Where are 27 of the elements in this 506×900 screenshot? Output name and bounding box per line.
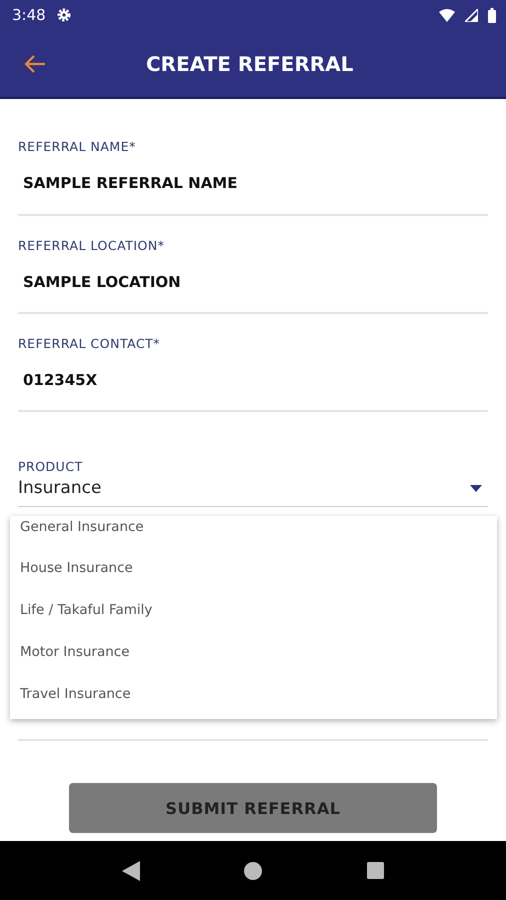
field-value: SAMPLE LOCATION xyxy=(23,273,182,291)
field-label: REFERRAL NAME* xyxy=(18,139,137,154)
back-arrow-icon xyxy=(24,54,46,72)
home-icon[interactable] xyxy=(244,862,262,880)
field-label: REFERRAL CONTACT* xyxy=(18,336,162,351)
dropdown-option[interactable]: House Insurance xyxy=(10,547,497,589)
battery-icon xyxy=(488,8,496,22)
signal-icon xyxy=(465,8,478,22)
text-field[interactable]: REFERRAL CONTACT* 012345X xyxy=(18,314,488,412)
dropdown-option[interactable]: Life / Takaful Family xyxy=(10,589,497,631)
field-value: SAMPLE REFERRAL NAME xyxy=(23,174,238,192)
clock: 3:48 xyxy=(12,6,46,24)
dropdown-value: Insurance xyxy=(18,478,102,498)
text-field[interactable]: REFERRAL LOCATION* SAMPLE LOCATION xyxy=(18,216,488,314)
product-dropdown[interactable]: PRODUCT Insurance xyxy=(18,450,488,507)
dropdown-option[interactable]: Motor Insurance xyxy=(10,631,497,673)
dropdown-option[interactable]: Travel Insurance xyxy=(10,673,497,715)
wifi-icon xyxy=(439,8,455,22)
back-icon[interactable] xyxy=(122,860,140,880)
recents-icon[interactable] xyxy=(366,862,384,879)
screen-title: CREATE REFERRAL xyxy=(146,52,354,76)
field-label: REFERRAL LOCATION* xyxy=(18,238,166,253)
text-field[interactable]: REFERRAL NAME* SAMPLE REFERRAL NAME xyxy=(18,137,488,216)
field-value: 012345X xyxy=(23,371,98,389)
dropdown-option[interactable]: General Insurance xyxy=(10,516,497,547)
field-label: PRODUCT xyxy=(18,459,84,474)
settings-icon xyxy=(56,7,72,23)
